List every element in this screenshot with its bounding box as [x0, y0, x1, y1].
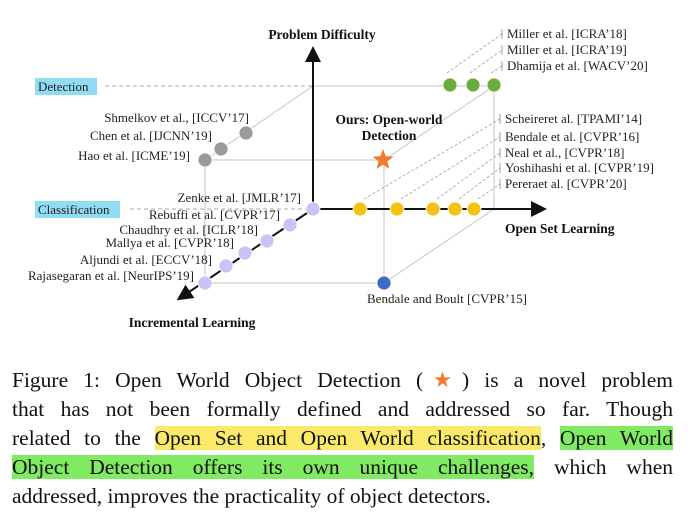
incremental-detection-dot	[238, 125, 254, 141]
guide-line	[383, 208, 495, 284]
caption-line: addressed, improves the practicality of …	[12, 484, 491, 508]
diagonal-axis-title: Incremental Learning	[129, 315, 256, 330]
open-set-label: Pereraet al. [CVPR’20]	[505, 176, 627, 191]
open-world-classification-dot	[376, 275, 392, 291]
incremental-work-dot	[259, 233, 275, 249]
open-set-label: Bendale et al. [CVPR’16]	[505, 129, 639, 144]
open-set-dot	[352, 201, 368, 217]
open-set-label: Scheireret al. [TPAMI’14]	[505, 111, 642, 126]
classification-level-label: Classification	[38, 202, 110, 217]
star-icon	[372, 149, 394, 169]
incremental-work-dot	[282, 217, 298, 233]
open-set-detection-dot	[465, 77, 481, 93]
caption-line: related to the Open Set and Open World c…	[12, 424, 673, 453]
incremental-detection-dot	[213, 141, 229, 157]
open-set-dot	[466, 201, 482, 217]
horizontal-axis-title: Open Set Learning	[505, 221, 615, 236]
incremental-work-dot	[237, 245, 253, 261]
incremental-work-label: Aljundi et al. [ECCV’18]	[80, 252, 212, 267]
caption-text: ,	[540, 426, 560, 450]
figure-caption: Figure 1: Open World Object Detection (★…	[12, 366, 673, 511]
detection-level-label: Detection	[38, 79, 89, 94]
incremental-detection-label: Hao et al. [ICME’19]	[78, 148, 190, 163]
vertical-axis-title: Problem Difficulty	[268, 27, 376, 42]
incremental-work-dot	[197, 275, 213, 291]
figure-1-diagram: Detection Classification Problem Difficult…	[28, 26, 654, 330]
caption-text: ) is a novel problem	[461, 368, 673, 392]
incremental-detection-dot	[197, 152, 213, 168]
ours-label: Detection	[362, 128, 417, 143]
open-set-detection-dot	[442, 77, 458, 93]
incremental-work-dot	[218, 258, 234, 274]
incremental-detection-label: Chen et al. [IJCNN’19]	[90, 128, 212, 143]
open-set-label: Yoshihashi et al. [CVPR’19]	[505, 160, 654, 175]
caption-text: which when	[534, 455, 673, 479]
incremental-work-dot	[305, 201, 321, 217]
highlight-green: Open World	[559, 426, 673, 450]
caption-line: that has not been formally defined and a…	[12, 397, 673, 421]
open-set-dot	[425, 201, 441, 217]
leader-line	[446, 33, 503, 74]
caption-text: related to the	[12, 426, 155, 450]
caption-line: Figure 1: Open World Object Detection (★…	[12, 366, 673, 395]
open-set-dot	[447, 201, 463, 217]
highlight-green: Object Detection offers its own unique c…	[12, 455, 535, 479]
incremental-work-label: Rebuffi et al. [CVPR’17]	[149, 207, 280, 222]
incremental-work-label: Rajasegaran et al. [NeurIPS’19]	[28, 268, 194, 283]
caption-line: Object Detection offers its own unique c…	[12, 453, 673, 482]
open-set-detection-label: Dhamija et al. [WACV’20]	[507, 58, 648, 73]
leader-line	[477, 183, 501, 200]
caption-text: Figure 1: Open World Object Detection (	[12, 368, 424, 392]
open-set-dot	[389, 201, 405, 217]
open-set-label: Neal et al., [CVPR’18]	[505, 145, 625, 160]
ours-label: Ours: Open-world	[336, 112, 443, 127]
open-set-detection-dot	[486, 77, 502, 93]
open-world-classification-label: Bendale and Boult [CVPR’15]	[367, 291, 527, 306]
leader-line	[490, 65, 503, 74]
paper-figure: Detection Classification Problem Difficult…	[0, 0, 695, 523]
incremental-work-label: Zenke et al. [JMLR’17]	[178, 190, 301, 205]
open-set-detection-label: Miller et al. [ICRA’19]	[507, 42, 627, 57]
incremental-detection-label: Shmelkov et al., [ICCV’17]	[104, 110, 249, 125]
incremental-work-label: Mallya et al. [CVPR’18]	[105, 235, 234, 250]
open-set-detection-label: Miller et al. [ICRA’18]	[507, 26, 627, 41]
highlight-yellow: Open Set and Open World classification	[154, 426, 541, 450]
star-icon: ★	[423, 368, 462, 392]
